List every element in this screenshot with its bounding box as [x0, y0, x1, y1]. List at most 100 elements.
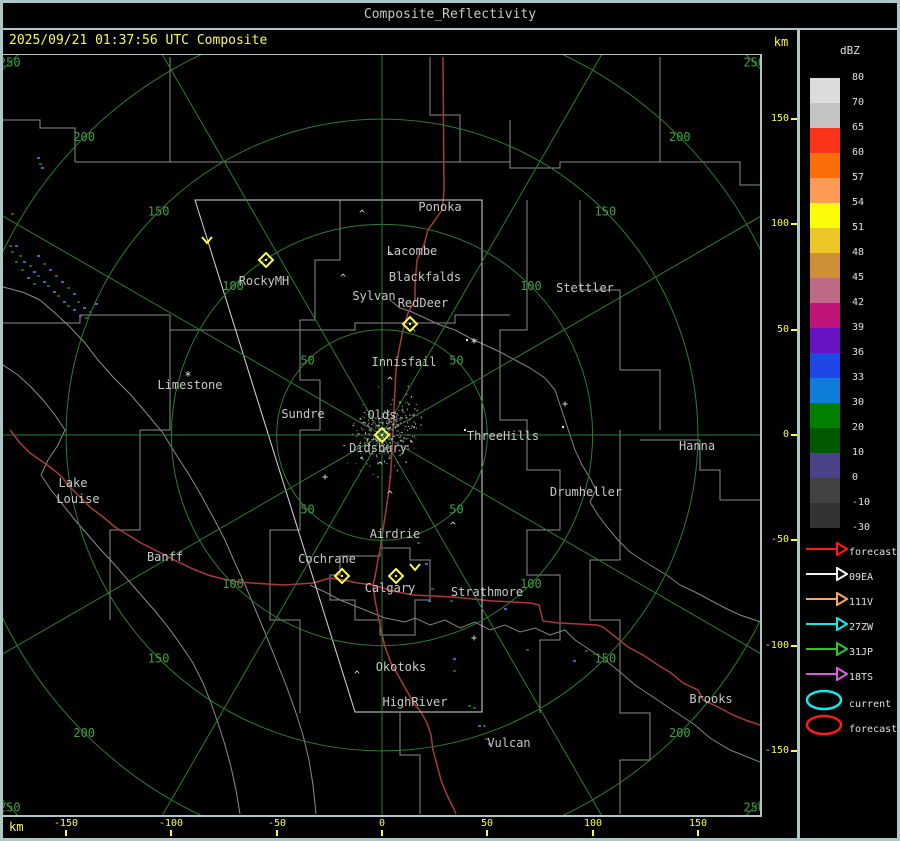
ring-distance-label: 200	[73, 726, 95, 740]
dot-marker	[466, 339, 468, 341]
echo-speck	[57, 295, 60, 297]
ground-clutter-pixel	[392, 425, 394, 427]
ground-clutter-pixel	[366, 438, 369, 441]
track-arrow-icon	[806, 666, 849, 682]
ground-clutter-pixel	[406, 408, 408, 411]
right-axis: 150 100 50 0 -50 -100 -150	[762, 30, 797, 816]
city-label-louise: Louise	[56, 492, 99, 506]
window-title: Composite_Reflectivity	[363, 7, 537, 22]
bottom-axis-tick-mark	[65, 830, 67, 836]
legend-label: 31JP	[849, 647, 874, 658]
echo-speck	[425, 563, 428, 565]
colorbar-block	[810, 203, 840, 228]
ground-clutter-pixel	[363, 421, 366, 423]
colorbar-block	[810, 353, 840, 378]
ground-clutter-pixel	[356, 436, 358, 438]
legend-item-31JP: 31JP	[804, 641, 896, 665]
ground-clutter-pixel	[396, 424, 399, 427]
ring-distance-label: 250	[743, 56, 760, 70]
storm-cell-center-dot	[341, 575, 343, 577]
echo-speck	[504, 608, 507, 610]
track-arrow-icon	[806, 591, 849, 607]
ground-clutter-pixel	[386, 422, 388, 424]
city-label-reddeer: RedDeer	[398, 296, 449, 310]
echo-speck	[573, 660, 576, 662]
ground-clutter-pixel	[376, 455, 378, 458]
ground-clutter-pixel	[401, 431, 404, 433]
ground-clutter-pixel	[372, 473, 374, 475]
ring-distance-label: 250	[3, 56, 21, 70]
ground-clutter-pixel	[416, 409, 419, 411]
storm-cell-center-dot	[265, 259, 267, 261]
ground-clutter-pixel	[356, 430, 358, 431]
colorbar-tick-label: 60	[852, 147, 865, 158]
ground-clutter-pixel	[407, 448, 410, 451]
ground-clutter-pixel	[395, 423, 397, 425]
echo-speck	[55, 275, 58, 277]
ground-clutter-pixel	[420, 416, 422, 419]
legend-label: 111V	[849, 597, 874, 608]
echo-speck	[67, 287, 70, 289]
right-axis-tick-label: 0	[782, 429, 789, 440]
bottom-axis-unit: km	[9, 820, 24, 834]
ground-clutter-pixel	[386, 427, 389, 430]
echo-speck	[61, 281, 64, 283]
colorbar-tick-label: 65	[852, 122, 865, 133]
ground-clutter-pixel	[410, 396, 412, 399]
ground-clutter-pixel	[409, 419, 411, 420]
radar-map[interactable]: 50 5050 50100 100100 100150 150150 150200 20020…	[3, 55, 760, 815]
echo-speck	[15, 245, 18, 247]
city-label-vulcan: Vulcan	[487, 736, 530, 750]
caret-marker-icon: ^	[450, 521, 456, 532]
ground-clutter-pixel	[414, 408, 416, 410]
caret-marker-icon: ^	[387, 490, 393, 501]
legend-label: forecast	[849, 547, 898, 558]
storm-cell-center-dot	[395, 575, 397, 577]
colorbar-block	[810, 78, 840, 103]
colorbar-tick-label: -30	[852, 522, 871, 533]
ground-clutter-pixel	[343, 445, 346, 447]
echo-speck	[39, 163, 42, 165]
storm-ellipse-icon	[805, 689, 843, 711]
ground-clutter-pixel	[407, 401, 408, 403]
echo-speck	[417, 542, 420, 544]
right-axis-tick-mark	[791, 539, 797, 541]
ground-clutter-pixel	[398, 430, 399, 432]
city-label-okotoks: Okotoks	[376, 660, 427, 674]
ground-clutter-pixel	[402, 408, 403, 410]
ring-distance-label: 150	[148, 651, 170, 665]
ring-distance-label: 200	[669, 726, 691, 740]
ground-clutter-pixel	[400, 417, 403, 420]
echo-speck	[73, 309, 76, 311]
ground-clutter-pixel	[407, 434, 410, 436]
ground-clutter-pixel	[362, 429, 365, 431]
track-arrow-icon	[806, 566, 849, 582]
ground-clutter-pixel	[406, 416, 408, 419]
ring-distance-label: 100	[520, 279, 542, 293]
echo-speck	[37, 255, 40, 257]
storm-cell-center-dot	[409, 323, 411, 325]
echo-speck	[585, 650, 588, 652]
legend-glyph	[804, 641, 849, 660]
ground-clutter-pixel	[415, 438, 417, 440]
echo-speck	[428, 600, 431, 602]
echo-speck	[43, 281, 46, 283]
plus-marker-icon: +	[471, 633, 477, 644]
echo-speck	[53, 291, 56, 293]
ground-clutter-pixel	[364, 437, 366, 438]
bottom-axis-tick-mark	[276, 830, 278, 836]
colorbar-tick-label: 45	[852, 272, 865, 283]
city-label-olds: Olds	[368, 408, 397, 422]
ground-clutter-pixel	[374, 437, 376, 439]
bottom-axis: km -150 -100 -50 0 50 100 150	[3, 817, 762, 838]
ground-clutter-pixel	[386, 434, 388, 436]
bottom-axis-tick-label: 0	[378, 818, 386, 829]
colorbar-tick-label: 20	[852, 422, 865, 433]
storm-cell-center-dot	[381, 434, 383, 436]
right-axis-tick-label: -50	[770, 534, 789, 545]
ground-clutter-pixel	[384, 434, 386, 436]
ground-clutter-pixel	[362, 404, 364, 406]
colorbar-block	[810, 453, 840, 478]
colorbar-tick-label: 39	[852, 322, 865, 333]
legend-glyph	[804, 714, 848, 740]
